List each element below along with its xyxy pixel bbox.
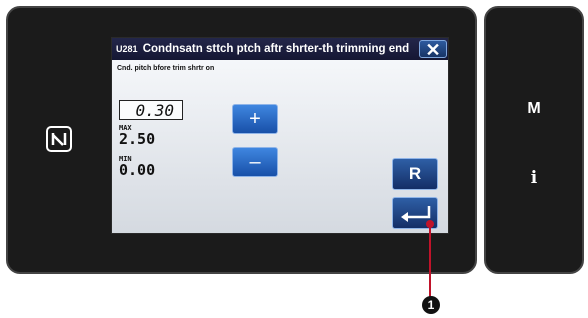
- min-value: 0.00: [119, 161, 156, 179]
- memory-switch-code: U281: [116, 44, 138, 54]
- nfc-icon: [46, 126, 72, 152]
- callout-number: 1: [422, 296, 440, 314]
- info-key[interactable]: i: [486, 168, 582, 188]
- increase-button[interactable]: +: [232, 104, 278, 134]
- callout-anchor: [426, 220, 434, 228]
- callout-leader-line: [429, 223, 431, 303]
- value-display[interactable]: 0.30: [119, 100, 183, 120]
- m-key[interactable]: M: [486, 100, 582, 118]
- max-value: 2.50: [119, 130, 156, 148]
- setting-label: Cnd. pitch bfore trim shrtr on: [117, 65, 215, 72]
- dialog-title: Condnsatn sttch ptch aftr shrter-th trim…: [142, 43, 410, 55]
- close-button[interactable]: ✕: [419, 40, 447, 59]
- max-limit: MAX 2.50: [119, 125, 155, 147]
- min-limit: MIN 0.00: [119, 156, 155, 178]
- dialog-body: Cnd. pitch bfore trim shrtr on 0.30 MAX …: [112, 60, 448, 233]
- side-key-panel: M i: [484, 6, 584, 274]
- touch-screen: U281 Condnsatn sttch ptch aftr shrter-th…: [111, 37, 449, 234]
- display-bezel: U281 Condnsatn sttch ptch aftr shrter-th…: [6, 6, 477, 274]
- reset-button[interactable]: R: [392, 158, 438, 190]
- dialog-title-bar: U281 Condnsatn sttch ptch aftr shrter-th…: [112, 38, 448, 60]
- decrease-button[interactable]: –: [232, 147, 278, 177]
